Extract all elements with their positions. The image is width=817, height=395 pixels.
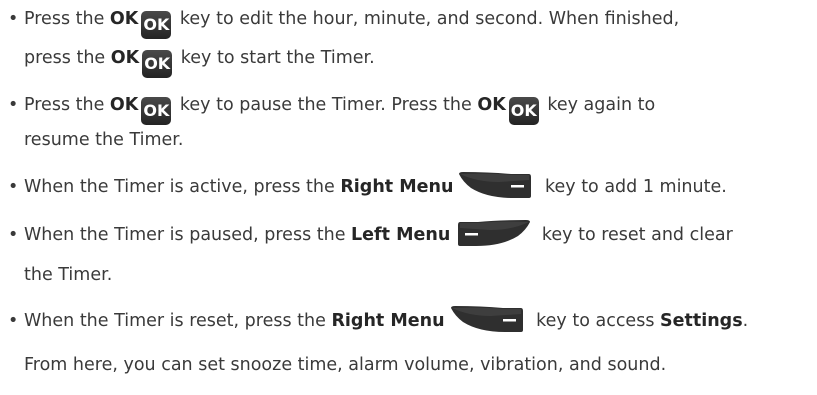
ok-key-icon: OK [508,97,539,125]
bullet-text: the Timer. [24,265,113,285]
bullet-dot: • [8,311,19,331]
bullet-pause-timer: • Press the OK OK key to pause the Timer. … [8,86,813,155]
bullet-dot: • [8,95,19,115]
bullet-text: When the Timer is paused, press the [24,225,352,245]
ok-key-icon: OK [142,50,173,78]
bullet-text: From here, you can set snooze time, alar… [24,355,667,375]
left-menu-key-icon [456,218,531,262]
bullet-text: When the Timer is reset, press the [24,311,332,331]
right-menu-label: Right Menu [331,311,445,331]
ok-label: OK [109,95,139,115]
bullet-text: key to edit the hour, minute, and second… [174,9,680,29]
bullet-edit-timer: • Press the OK OK key to edit the hour, mi… [8,0,813,78]
settings-label: Settings [660,311,743,331]
bullet-text: Press the [24,95,110,115]
bullet-text: key to reset and clear [536,225,733,245]
bullet-settings: • When the Timer is reset, press the Righ… [8,302,813,382]
bullet-text: key again to [541,95,656,115]
ok-label: OK [477,95,506,115]
bullet-reset-timer: • When the Timer is paused, press the Lef… [8,216,813,288]
ok-label: OK [109,9,139,29]
bullet-text: Press the [24,9,110,29]
ok-key-icon: OK [141,11,172,39]
instruction-page: • Press the OK OK key to edit the hour, mi… [0,0,817,395]
bullet-text: . [742,311,749,331]
left-menu-label: Left Menu [351,225,451,245]
bullet-text: key to pause the Timer. Press the [174,95,478,115]
bullet-dot: • [8,9,19,29]
right-menu-key-icon [450,304,525,348]
bullet-add-minute: • When the Timer is active, press the Rig… [8,168,813,214]
ok-label: OK [110,48,140,68]
bullet-text: key to add 1 minute. [539,177,727,197]
bullet-text: resume the Timer. [24,130,184,150]
bullet-text: key to start the Timer. [175,48,375,68]
bullet-text: key to access [530,311,660,331]
bullet-dot: • [8,177,19,197]
right-menu-label: Right Menu [340,177,454,197]
right-menu-key-icon [459,170,533,214]
bullet-dot: • [8,225,19,245]
bullet-text: press the [24,48,111,68]
bullet-text: When the Timer is active, press the [24,177,341,197]
ok-key-icon: OK [141,97,172,125]
